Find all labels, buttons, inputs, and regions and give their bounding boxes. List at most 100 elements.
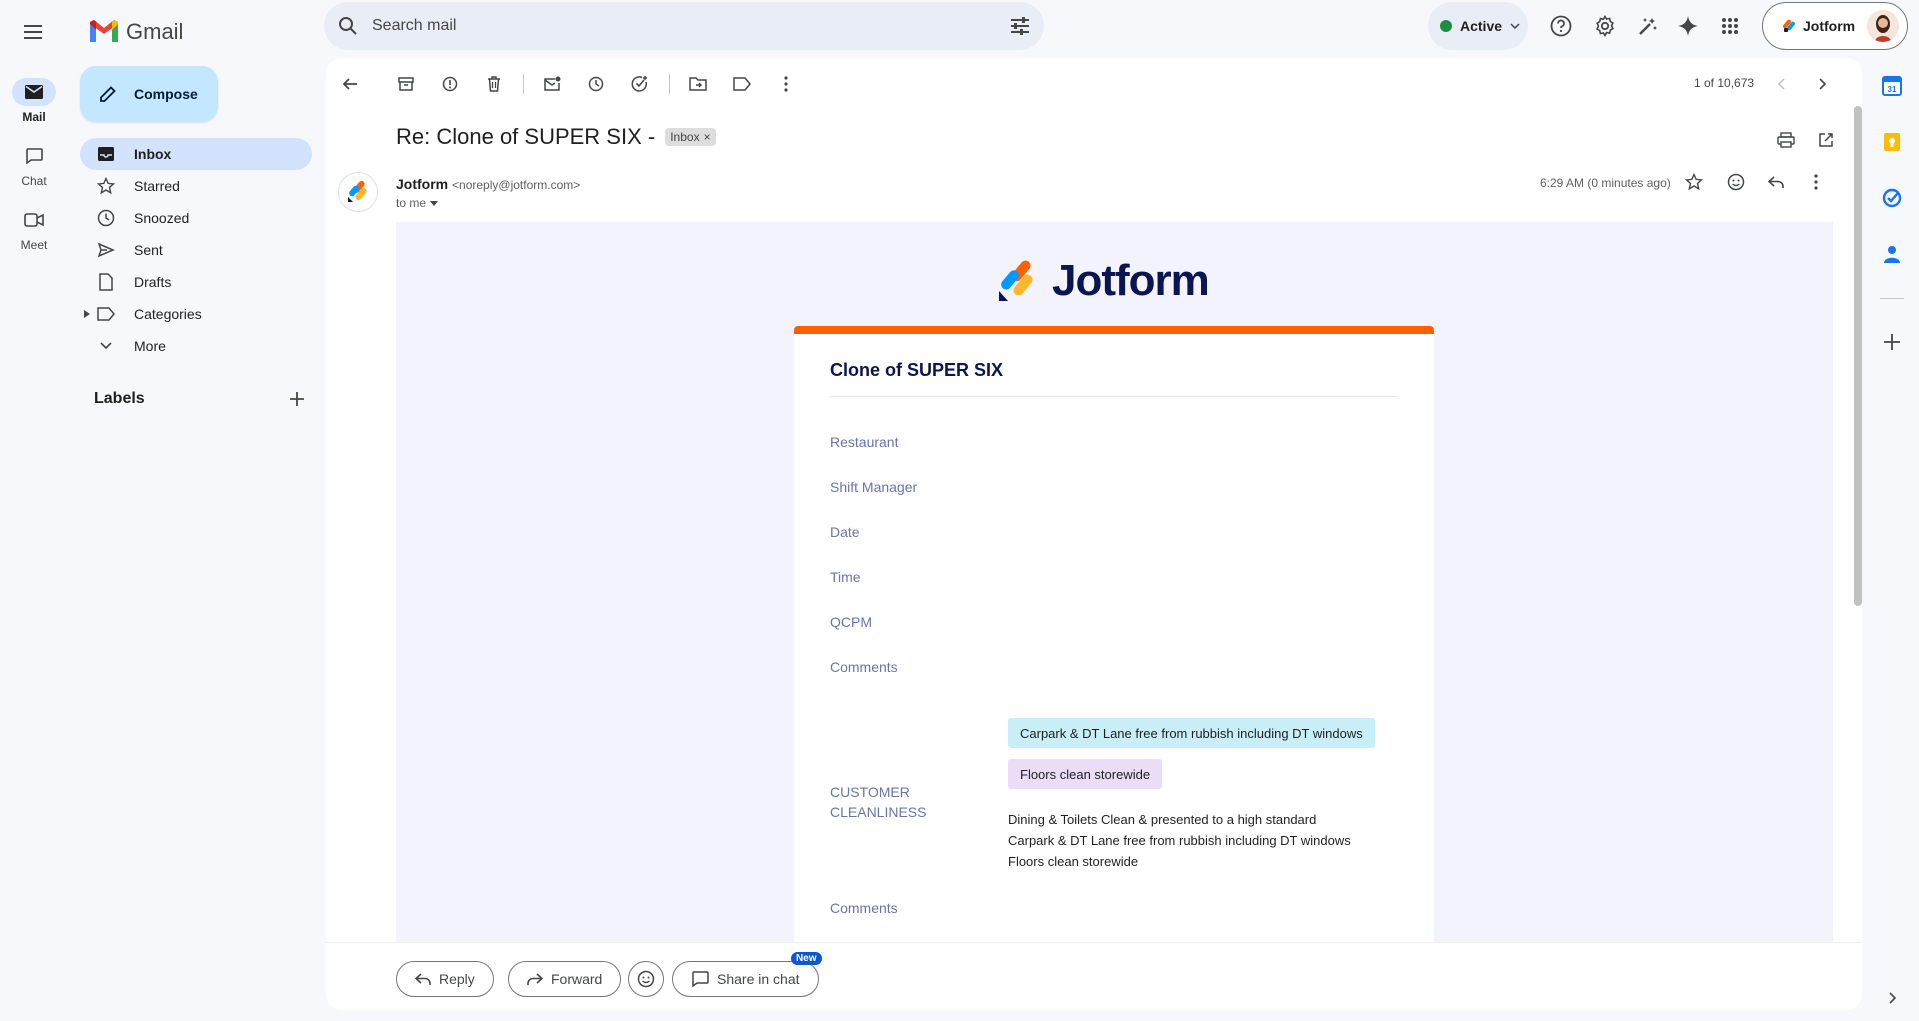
send-icon [96, 240, 116, 260]
emoji-icon [1727, 173, 1745, 191]
rail-label-meet: Meet [20, 238, 48, 252]
recipient-label: to me [396, 196, 427, 210]
jotform-logo-icon [999, 260, 1033, 301]
status-label: Active [1460, 18, 1503, 34]
print-button[interactable] [1770, 124, 1802, 156]
archive-icon [398, 77, 414, 91]
keep-app-button[interactable] [1878, 128, 1906, 156]
settings-button[interactable] [1585, 6, 1625, 46]
back-button[interactable] [334, 68, 366, 100]
older-button[interactable] [1806, 68, 1838, 100]
add-task-button[interactable] [624, 68, 656, 100]
star-button[interactable] [1678, 166, 1710, 198]
compose-button[interactable]: Compose [80, 66, 218, 122]
snooze-button[interactable] [580, 68, 612, 100]
svg-text:31: 31 [1888, 85, 1897, 94]
more-vert-icon [784, 76, 788, 92]
message-more-button[interactable] [1800, 166, 1832, 198]
labels-button[interactable] [726, 68, 758, 100]
more-vert-icon [1814, 174, 1818, 190]
draft-icon [96, 272, 116, 292]
share-in-chat-button[interactable]: Share in chat New [672, 952, 822, 997]
status-selector[interactable]: Active [1428, 2, 1528, 50]
scrollbar[interactable] [1854, 106, 1862, 606]
brand-name: Jotform [1052, 256, 1210, 305]
newer-button[interactable] [1766, 68, 1798, 100]
reply-action-button[interactable]: Reply [396, 961, 494, 997]
sender-avatar[interactable] [338, 172, 378, 212]
show-side-panel-button[interactable] [1878, 984, 1906, 1012]
gmail-logo[interactable]: Gmail [88, 12, 183, 52]
reply-label: Reply [439, 971, 475, 987]
forward-button[interactable]: Forward [508, 961, 622, 997]
add-label-icon[interactable] [290, 392, 304, 406]
labels-section: Labels [94, 390, 304, 408]
contacts-icon [1884, 246, 1900, 263]
rail-item-chat[interactable]: Chat [0, 142, 68, 188]
clock-icon [96, 208, 116, 228]
caret-right-icon[interactable] [84, 310, 90, 318]
sidebar-item-label: Inbox [134, 146, 172, 162]
chevron-down-icon [96, 336, 116, 356]
search-input[interactable] [372, 17, 1010, 35]
more-actions-button[interactable] [770, 68, 802, 100]
reply-icon [1768, 176, 1784, 188]
apps-button[interactable] [1710, 6, 1750, 46]
rail-item-meet[interactable]: Meet [0, 206, 68, 252]
tasks-app-button[interactable] [1878, 184, 1906, 212]
reply-button[interactable] [1760, 166, 1792, 198]
submission-card: Clone of SUPER SIX Restaurant Shift Mana… [794, 326, 1434, 966]
gemini-button[interactable] [1668, 6, 1708, 46]
account-switcher[interactable]: Jotform [1762, 2, 1908, 50]
field-label: Shift Manager [830, 479, 918, 495]
apps-grid-icon [1722, 18, 1738, 34]
sidebar-item-label: Drafts [134, 274, 172, 290]
section-label: CUSTOMER CLEANLINESS [830, 784, 926, 820]
star-icon [96, 176, 116, 196]
report-spam-button[interactable] [434, 68, 466, 100]
move-to-button[interactable] [682, 68, 714, 100]
sidebar-item-inbox[interactable]: Inbox [80, 138, 312, 170]
add-reaction-button[interactable] [1720, 166, 1752, 198]
close-icon[interactable]: × [704, 130, 711, 144]
inbox-label-chip[interactable]: Inbox × [665, 128, 716, 146]
magic-wand-icon [1639, 18, 1657, 35]
report-icon [442, 76, 458, 92]
sidebar-item-drafts[interactable]: Drafts [80, 266, 312, 298]
message-subject-row: Re: Clone of SUPER SIX - Inbox × [396, 124, 716, 150]
magic-button[interactable] [1628, 6, 1668, 46]
form-title: Clone of SUPER SIX [830, 360, 1004, 380]
get-addons-button[interactable] [1878, 328, 1906, 356]
inbox-icon [96, 144, 116, 164]
chevron-right-icon [1819, 78, 1826, 90]
sender-name[interactable]: Jotform [396, 176, 448, 192]
rail-label-chat: Chat [21, 174, 47, 188]
sidebar-item-sent[interactable]: Sent [80, 234, 312, 266]
sidebar-item-snoozed[interactable]: Snoozed [80, 202, 312, 234]
field-label: Restaurant [830, 434, 899, 450]
delete-button[interactable] [478, 68, 510, 100]
help-button[interactable] [1541, 6, 1581, 46]
keep-notes-icon [1884, 133, 1900, 151]
sidebar-item-categories[interactable]: Categories [80, 298, 312, 330]
search-options-icon[interactable] [1010, 17, 1030, 35]
main-menu-button[interactable] [14, 12, 54, 52]
open-new-window-button[interactable] [1810, 124, 1842, 156]
emoji-reaction-button[interactable] [628, 961, 664, 997]
search-icon[interactable] [338, 16, 358, 36]
sidebar-item-starred[interactable]: Starred [80, 170, 312, 202]
recipient-details[interactable]: to me [396, 196, 439, 210]
mark-unread-button[interactable] [536, 68, 568, 100]
calendar-app-button[interactable]: 31 [1878, 72, 1906, 100]
jotform-brand-logo[interactable]: Jotform [996, 256, 1210, 306]
rail-item-mail[interactable]: Mail [0, 78, 68, 124]
mark-unread-icon [544, 76, 561, 91]
contacts-app-button[interactable] [1878, 240, 1906, 268]
open-in-new-icon [1819, 133, 1833, 147]
app-name: Gmail [126, 19, 184, 44]
inbox-chip-label: Inbox [670, 130, 700, 144]
archive-button[interactable] [390, 68, 422, 100]
sidebar-item-more[interactable]: More [80, 330, 312, 362]
sender-email: <noreply@jotform.com> [452, 178, 581, 192]
chevron-right-icon [1889, 992, 1896, 1004]
